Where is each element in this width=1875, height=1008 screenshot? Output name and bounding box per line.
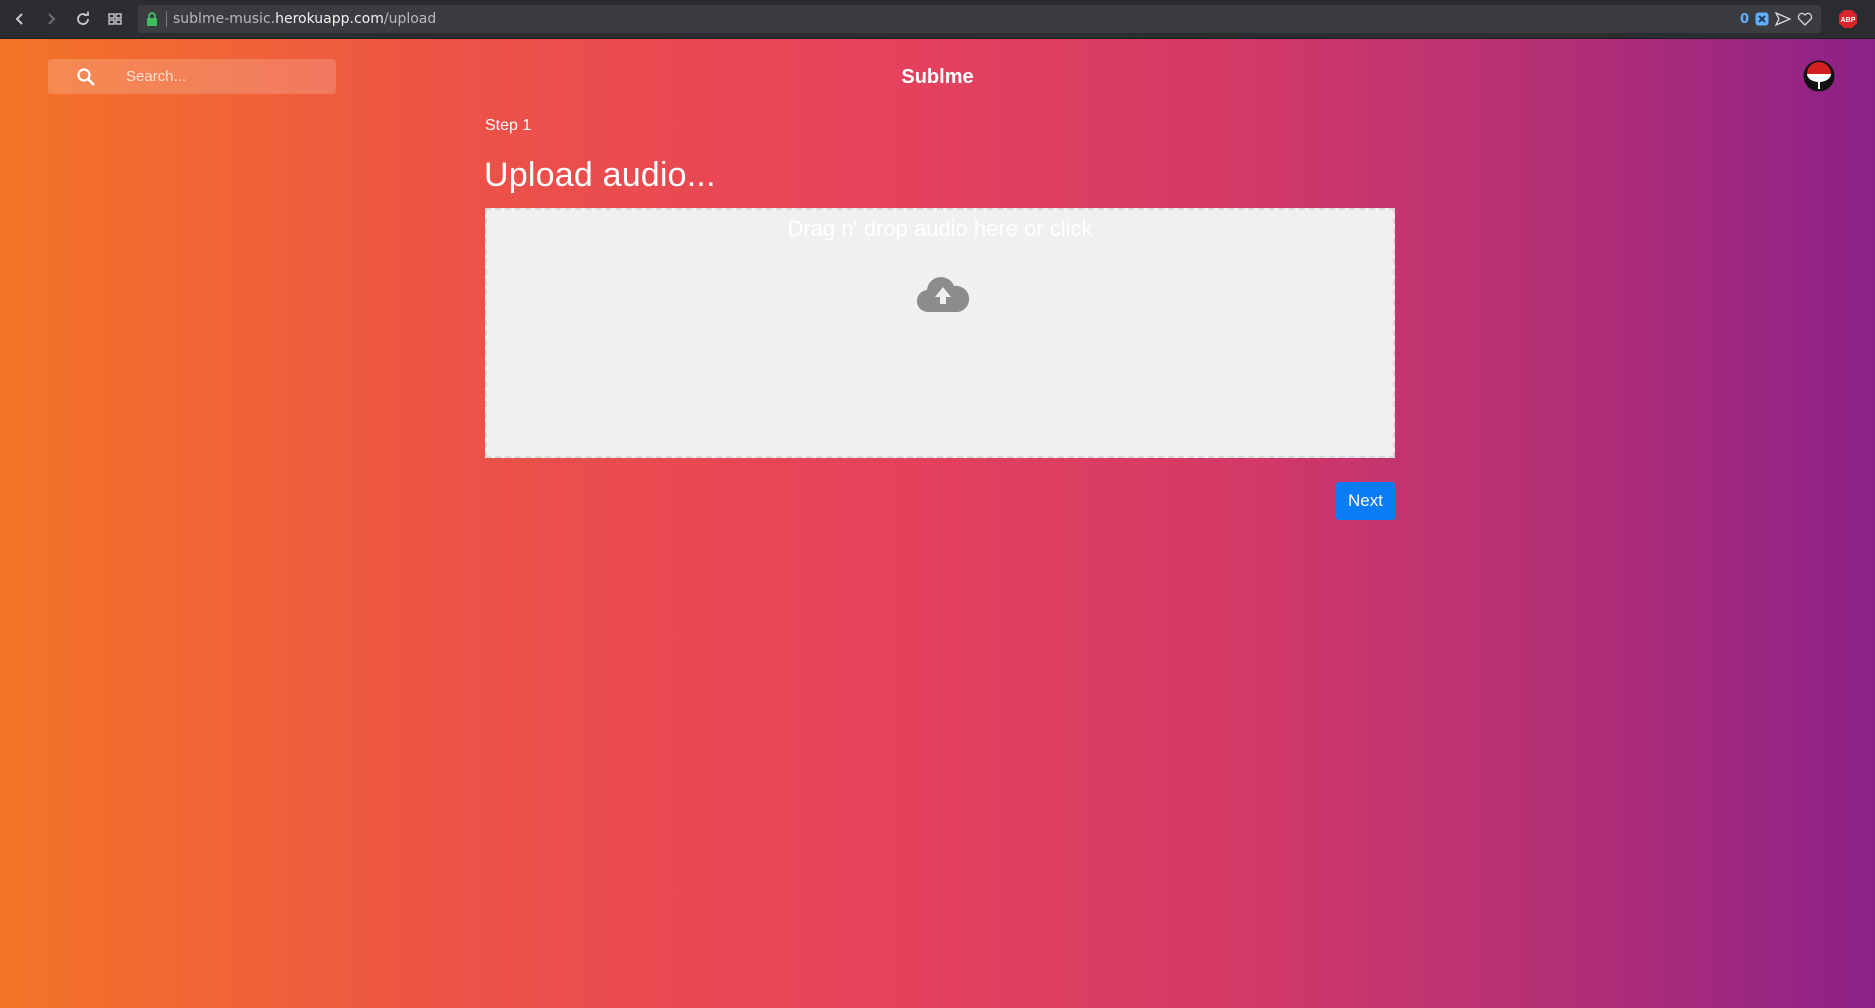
lock-icon — [147, 12, 157, 26]
dropzone-text: Drag n' drop audio here or click — [787, 216, 1093, 241]
address-bar-actions: 0 — [1740, 9, 1813, 29]
send-icon[interactable] — [1775, 12, 1791, 26]
heart-icon[interactable] — [1797, 12, 1813, 26]
reload-icon — [77, 11, 89, 25]
browser-toolbar: sublme-music.herokuapp.com/upload 0 ABP — [0, 0, 1875, 39]
audio-dropzone[interactable]: Drag n' drop audio here or click — [485, 208, 1395, 458]
abp-label: ABP — [1841, 17, 1856, 24]
reload-button[interactable] — [72, 8, 94, 30]
chevron-right-icon — [48, 13, 56, 25]
grid-icon — [108, 13, 122, 25]
back-button[interactable] — [9, 8, 31, 30]
step-label: Step 1 — [485, 117, 532, 134]
address-bar[interactable]: sublme-music.herokuapp.com/upload 0 — [138, 5, 1821, 33]
url-path: /upload — [383, 11, 437, 27]
page-title: Upload audio... — [484, 156, 716, 194]
next-button[interactable]: Next — [1336, 482, 1395, 520]
url-host: herokuapp.com — [275, 11, 384, 27]
cloud-upload-icon — [916, 277, 970, 313]
page-background: Sublme Step 1 Upload audio... Drag n' dr… — [0, 39, 1875, 1008]
adblock-icon[interactable]: ABP — [1838, 9, 1858, 29]
extension-badge-count: 0 — [1739, 11, 1749, 27]
forward-button[interactable] — [40, 8, 62, 30]
uchiha-fan-icon[interactable] — [1803, 60, 1835, 92]
site-title[interactable]: Sublme — [0, 66, 1875, 89]
address-divider — [166, 11, 167, 27]
chevron-left-icon — [15, 13, 23, 25]
speed-dial-button[interactable] — [104, 8, 126, 30]
extension-icon[interactable] — [1755, 12, 1769, 26]
url-prefix: sublme-music. — [173, 11, 276, 27]
url-text[interactable]: sublme-music.herokuapp.com/upload — [173, 11, 436, 27]
